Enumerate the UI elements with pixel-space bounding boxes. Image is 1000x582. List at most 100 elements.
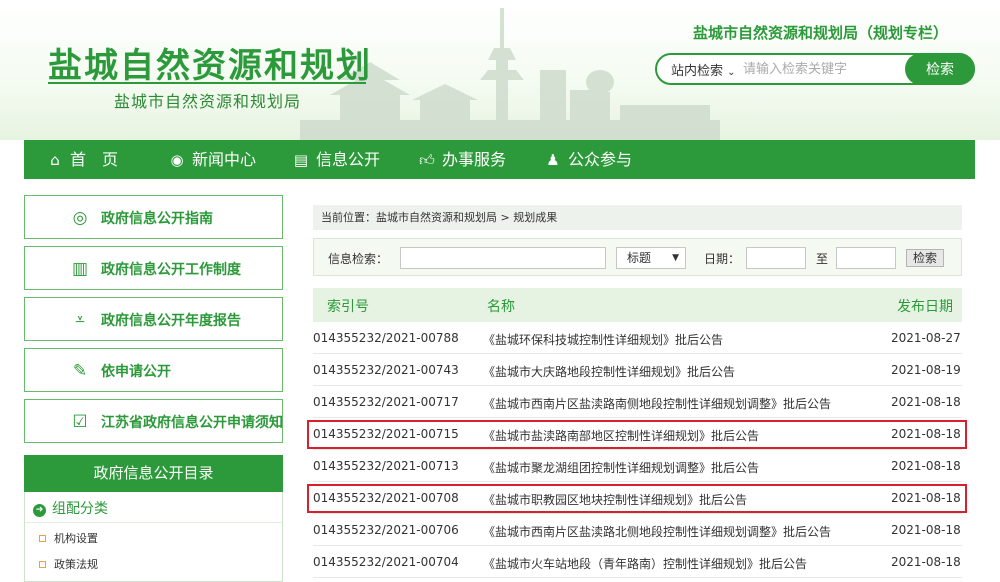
field-select[interactable]: 标题 ▼ [616,247,686,269]
nav-item-news[interactable]: ◉ 新闻中心 [168,140,256,179]
nav-label: 新闻中心 [192,150,257,169]
keyword-input[interactable] [400,247,606,269]
row-title-link[interactable]: 《盐城市职教园区地块控制性详细规划》批后公告 [483,491,747,508]
chart-report-icon: ⩡ [75,310,85,330]
table-row[interactable]: 014355232/2021-00706 《盐城市西南片区盐渎路北侧地段控制性详… [313,514,962,546]
sidebar-card-label: 江苏省政府信息公开申请须知 [101,415,283,431]
start-date-input[interactable] [746,247,806,269]
row-title-link[interactable]: 《盐城市火车站地段（青年路南）控制性详细规划》批后公告 [483,555,807,572]
document-icon: ▤ [293,151,309,169]
nav-label: 信息公开 [316,150,381,169]
sidebar-card-work-system[interactable]: ▥ 政府信息公开工作制度 [24,246,283,290]
site-title[interactable]: 盐城自然资源和规划 [48,38,372,87]
sidebar-card-label: 依申请公开 [101,364,171,380]
row-date: 2021-08-18 [891,491,961,505]
nav-label: 公众参与 [568,150,633,169]
search-scope-dropdown[interactable]: 站内检索 ⌄ [671,60,736,79]
divider [25,522,282,523]
sidebar-card-label: 政府信息公开工作制度 [101,262,241,278]
breadcrumb: 当前位置：盐城市自然资源和规划局 > 规划成果 [313,205,962,230]
column-header-name: 名称 [487,299,515,315]
sidebar-card-guide[interactable]: ◎ 政府信息公开指南 [24,195,283,239]
arrow-right-icon: ➜ [33,504,46,517]
globe-icon: ◉ [170,151,184,169]
directory-category[interactable]: ➜ 组配分类 [33,498,108,518]
directory-title: 政府信息公开目录 [24,455,283,492]
search-label: 信息检索： [328,252,389,266]
dropdown-triangle-icon: ▼ [672,253,679,263]
special-column-title: 盐城市自然资源和规划局（规划专栏） [692,24,948,42]
sidebar-card-label: 政府信息公开年度报告 [101,313,241,329]
table-row[interactable]: 014355232/2021-00713 《盐城市聚龙湖组团控制性详细规划调整》… [313,450,962,482]
notice-icon: ☑ [72,412,88,432]
row-index: 014355232/2021-00717 [313,395,459,409]
row-index: 014355232/2021-00715 [313,427,459,441]
bullet-square-icon [39,561,46,568]
nav-item-services[interactable]: 👍︎ 办事服务 [418,140,506,179]
table-row[interactable]: 014355232/2021-00715 《盐城市盐渎路南部地区控制性详细规划》… [313,418,962,450]
directory-category-label: 组配分类 [52,501,108,517]
row-date: 2021-08-18 [891,395,961,409]
nav-item-info-disclosure[interactable]: ▤ 信息公开 [292,140,380,179]
sidebar-card-jiangsu-notice[interactable]: ☑ 江苏省政府信息公开申请须知 [24,399,283,443]
sidebar-card-apply[interactable]: ✎ 依申请公开 [24,348,283,392]
document-list-icon: ▥ [71,259,89,279]
directory-item[interactable]: 机构设置 [39,530,98,546]
row-date: 2021-08-18 [891,427,961,441]
directory-panel: ➜ 组配分类 机构设置 政策法规 [24,492,283,582]
row-title-link[interactable]: 《盐城市聚龙湖组团控制性详细规划调整》批后公告 [483,459,759,476]
application-form-icon: ✎ [72,361,88,381]
directory-item[interactable]: 政策法规 [39,556,98,572]
chevron-down-icon: ⌄ [727,67,736,78]
row-date: 2021-08-18 [891,459,961,473]
row-index: 014355232/2021-00704 [313,555,459,569]
search-scope-label: 站内检索 [671,64,724,79]
row-date: 2021-08-27 [891,331,961,345]
column-header-index: 索引号 [327,299,369,315]
end-date-input[interactable] [836,247,896,269]
site-header: 盐城自然资源和规划 盐城市自然资源和规划局 盐城市自然资源和规划局（规划专栏） … [0,0,1000,140]
table-row[interactable]: 014355232/2021-00743 《盐城市大庆路地段控制性详细规划》批后… [313,354,962,386]
main-nav: ⌂ 首 页 ◉ 新闻中心 ▤ 信息公开 👍︎ 办事服务 ♟ 公众参与 [24,140,975,179]
row-date: 2021-08-19 [891,363,961,377]
nav-label: 办事服务 [442,150,507,169]
row-title-link[interactable]: 《盐城市大庆路地段控制性详细规划》批后公告 [483,363,735,380]
directory-item-label: 机构设置 [54,532,98,545]
row-title-link[interactable]: 《盐城市西南片区盐渎路南侧地段控制性详细规划调整》批后公告 [483,395,831,412]
row-date: 2021-08-18 [891,523,961,537]
search-input[interactable] [743,58,903,80]
row-index: 014355232/2021-00743 [313,363,459,377]
bullet-square-icon [39,535,46,542]
row-index: 014355232/2021-00788 [313,331,459,345]
table-row[interactable]: 014355232/2021-00717 《盐城市西南片区盐渎路南侧地段控制性详… [313,386,962,418]
compass-icon: ◎ [72,208,88,228]
table-row[interactable]: 014355232/2021-00704 《盐城市火车站地段（青年路南）控制性详… [313,546,962,578]
table-row[interactable]: 014355232/2021-00788 《盐城环保科技城控制性详细规划》批后公… [313,322,962,354]
user-icon: ♟ [546,151,560,169]
title-underline [48,82,366,84]
nav-item-public-participation[interactable]: ♟ 公众参与 [544,140,632,179]
row-index: 014355232/2021-00706 [313,523,459,537]
filter-bar: 信息检索： 标题 ▼ 日期： 至 检索 [313,238,962,276]
thumbs-up-icon: 👍︎ [419,151,435,169]
directory-item-label: 政策法规 [54,558,98,571]
table-row[interactable]: 014355232/2021-00708 《盐城市职教园区地块控制性详细规划》批… [313,482,962,514]
filter-search-button[interactable]: 检索 [906,249,944,267]
sidebar-card-annual-report[interactable]: ⩡ 政府信息公开年度报告 [24,297,283,341]
row-index: 014355232/2021-00713 [313,459,459,473]
site-search: 站内检索 ⌄ 检索 [655,53,975,85]
date-label: 日期： [704,252,741,266]
nav-label: 首 页 [70,150,119,169]
row-title-link[interactable]: 《盐城环保科技城控制性详细规划》批后公告 [483,331,723,348]
row-title-link[interactable]: 《盐城市盐渎路南部地区控制性详细规划》批后公告 [483,427,759,444]
row-date: 2021-08-18 [891,555,961,569]
nav-item-home[interactable]: ⌂ 首 页 [46,140,118,179]
column-header-date: 发布日期 [897,299,953,315]
row-title-link[interactable]: 《盐城市西南片区盐渎路北侧地段控制性详细规划调整》批后公告 [483,523,831,540]
row-index: 014355232/2021-00708 [313,491,459,505]
site-subtitle: 盐城市自然资源和规划局 [114,92,302,111]
search-button[interactable]: 检索 [905,53,975,85]
home-icon: ⌂ [50,151,60,169]
sidebar-card-label: 政府信息公开指南 [101,211,213,227]
field-select-value: 标题 [627,251,652,265]
